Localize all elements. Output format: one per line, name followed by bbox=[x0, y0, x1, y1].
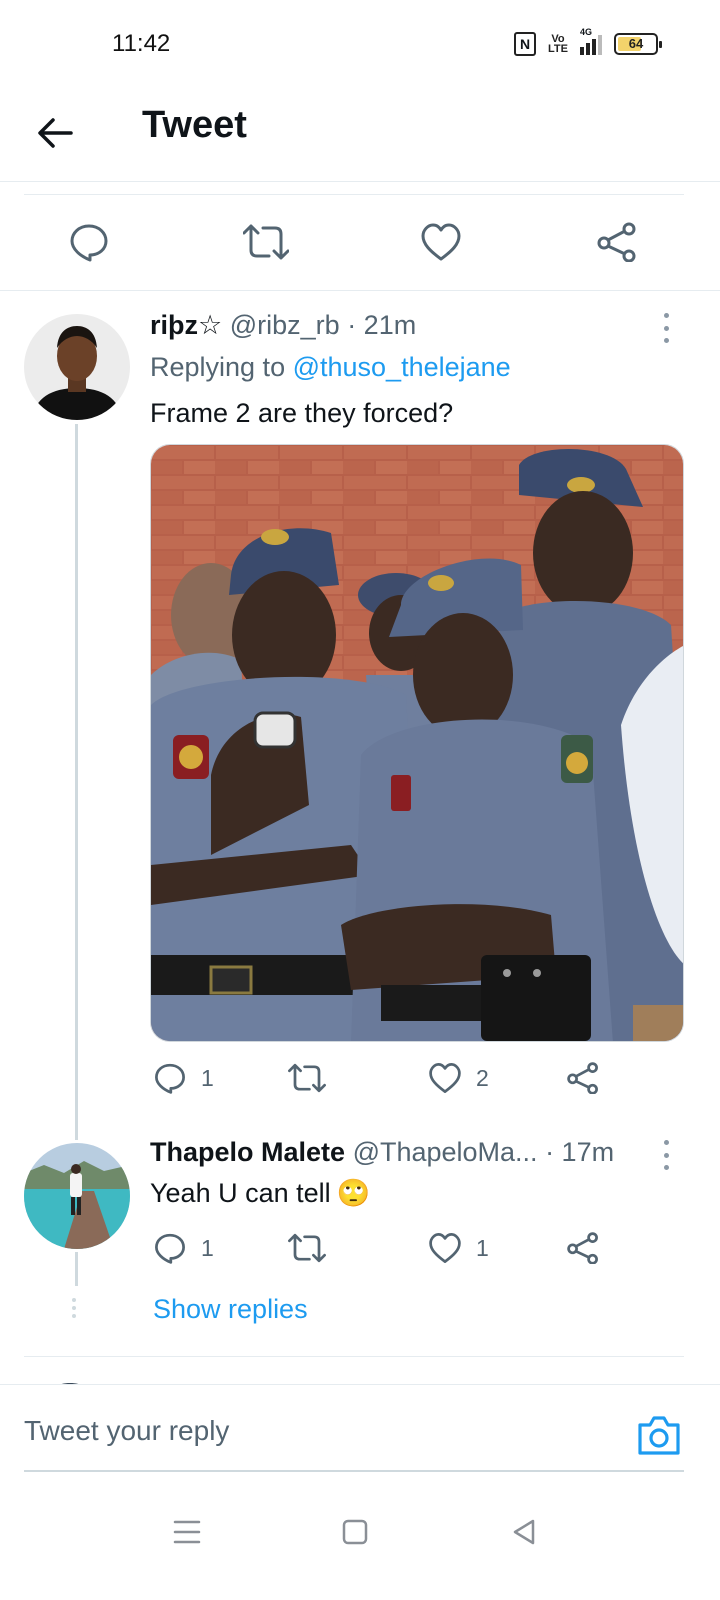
avatar[interactable] bbox=[24, 1143, 130, 1249]
tweet-body: Frame 2 are they forced? bbox=[150, 398, 454, 428]
nfc-icon: N bbox=[514, 32, 537, 56]
replying-to-label: Replying to bbox=[150, 352, 293, 382]
reply-count: 1 bbox=[201, 1234, 214, 1261]
like-button[interactable]: 1 bbox=[428, 1232, 489, 1264]
author-handle[interactable]: @ThapeloMa... bbox=[353, 1137, 538, 1167]
top-app-bar: Tweet bbox=[0, 90, 720, 182]
reply-input[interactable]: Tweet your reply bbox=[24, 1415, 229, 1447]
retweet-button[interactable] bbox=[241, 217, 291, 267]
replying-to: Replying to @thuso_thelejane bbox=[150, 352, 511, 383]
system-nav-bar bbox=[0, 1490, 720, 1600]
main-tweet-actions bbox=[24, 194, 684, 290]
camera-button[interactable] bbox=[636, 1413, 682, 1457]
reply-icon bbox=[155, 1233, 185, 1264]
back-system-button[interactable] bbox=[504, 1512, 544, 1552]
back-triangle-icon bbox=[513, 1519, 535, 1545]
like-icon bbox=[421, 223, 461, 261]
author-name[interactable]: riþz☆ bbox=[150, 310, 222, 340]
share-icon bbox=[597, 222, 636, 262]
page-title: Tweet bbox=[142, 104, 247, 146]
tweet-text: Yeah U can tell 🙄 bbox=[150, 1177, 370, 1209]
retweet-icon bbox=[243, 224, 289, 260]
menu-button[interactable] bbox=[167, 1512, 207, 1552]
tweet-header: riþz☆ @ribz_rb · 21m bbox=[150, 310, 416, 341]
like-icon bbox=[429, 1233, 461, 1263]
more-options-icon[interactable] bbox=[654, 1138, 678, 1172]
thread-continuation-dots bbox=[72, 1298, 76, 1318]
reply-count: 1 bbox=[201, 1064, 214, 1091]
retweet-icon bbox=[288, 1233, 326, 1263]
status-bar: 11:42 N Vo LTE 4G 64 bbox=[0, 0, 720, 90]
reply-icon bbox=[155, 1063, 185, 1094]
eye-roll-emoji: 🙄 bbox=[336, 1178, 371, 1208]
like-count: 2 bbox=[476, 1064, 489, 1091]
like-count: 1 bbox=[476, 1234, 489, 1261]
show-replies-link[interactable]: Show replies bbox=[153, 1294, 308, 1325]
reply-button[interactable]: 1 bbox=[153, 1232, 214, 1264]
like-button[interactable]: 2 bbox=[428, 1062, 489, 1094]
like-button[interactable] bbox=[416, 217, 466, 267]
network-type: 4G bbox=[580, 27, 593, 37]
composer-underline bbox=[24, 1470, 684, 1472]
status-time: 11:42 bbox=[112, 30, 171, 57]
volte-bottom: LTE bbox=[548, 43, 568, 55]
back-button[interactable] bbox=[30, 108, 80, 158]
tweet-time: · 21m bbox=[339, 310, 417, 340]
author-name[interactable]: Thapelo Malete bbox=[150, 1137, 345, 1167]
thread-line bbox=[75, 424, 78, 1140]
avatar-photo-icon bbox=[24, 314, 130, 420]
tweet-body: Yeah U can tell bbox=[150, 1177, 331, 1208]
home-button[interactable] bbox=[335, 1512, 375, 1552]
tweet-header: Thapelo Malete @ThapeloMa... · 17m bbox=[150, 1137, 614, 1168]
share-icon bbox=[567, 1062, 598, 1094]
tweet-text: Frame 2 are they forced? bbox=[150, 398, 453, 429]
avatar[interactable] bbox=[24, 314, 130, 420]
tweet-time: · 17m bbox=[537, 1137, 615, 1167]
author-handle[interactable]: @ribz_rb bbox=[230, 310, 340, 340]
avatar-photo-icon bbox=[24, 1143, 130, 1249]
reply-icon bbox=[70, 224, 108, 262]
police-officers-photo-icon bbox=[151, 445, 683, 1041]
arrow-left-icon bbox=[38, 118, 73, 148]
share-button[interactable] bbox=[566, 1062, 600, 1094]
retweet-button[interactable] bbox=[288, 1232, 340, 1264]
camera-icon bbox=[638, 1416, 680, 1455]
home-square-icon bbox=[342, 1519, 368, 1545]
reply-composer: Tweet your reply bbox=[0, 1384, 720, 1474]
reply-button[interactable] bbox=[64, 217, 114, 267]
tweet-image[interactable] bbox=[150, 444, 684, 1042]
more-options-icon[interactable] bbox=[654, 311, 678, 345]
signal-icon: 4G bbox=[580, 27, 602, 55]
retweet-button[interactable] bbox=[288, 1062, 340, 1094]
share-button[interactable] bbox=[592, 217, 642, 267]
menu-icon bbox=[173, 1520, 201, 1544]
divider bbox=[0, 290, 720, 291]
divider bbox=[24, 1356, 684, 1357]
replying-to-handle[interactable]: @thuso_thelejane bbox=[293, 352, 511, 382]
battery-level: 64 bbox=[628, 36, 644, 51]
reply-button[interactable]: 1 bbox=[153, 1062, 214, 1094]
share-icon bbox=[567, 1232, 598, 1264]
like-icon bbox=[429, 1063, 461, 1093]
next-tweet-peek bbox=[24, 1376, 684, 1384]
battery-icon: 64 bbox=[614, 33, 662, 55]
volte-icon: Vo LTE bbox=[548, 34, 568, 55]
retweet-icon bbox=[288, 1063, 326, 1093]
thread-line bbox=[75, 1252, 78, 1286]
share-button[interactable] bbox=[566, 1232, 600, 1264]
status-icons: N Vo LTE 4G 64 bbox=[514, 27, 662, 56]
